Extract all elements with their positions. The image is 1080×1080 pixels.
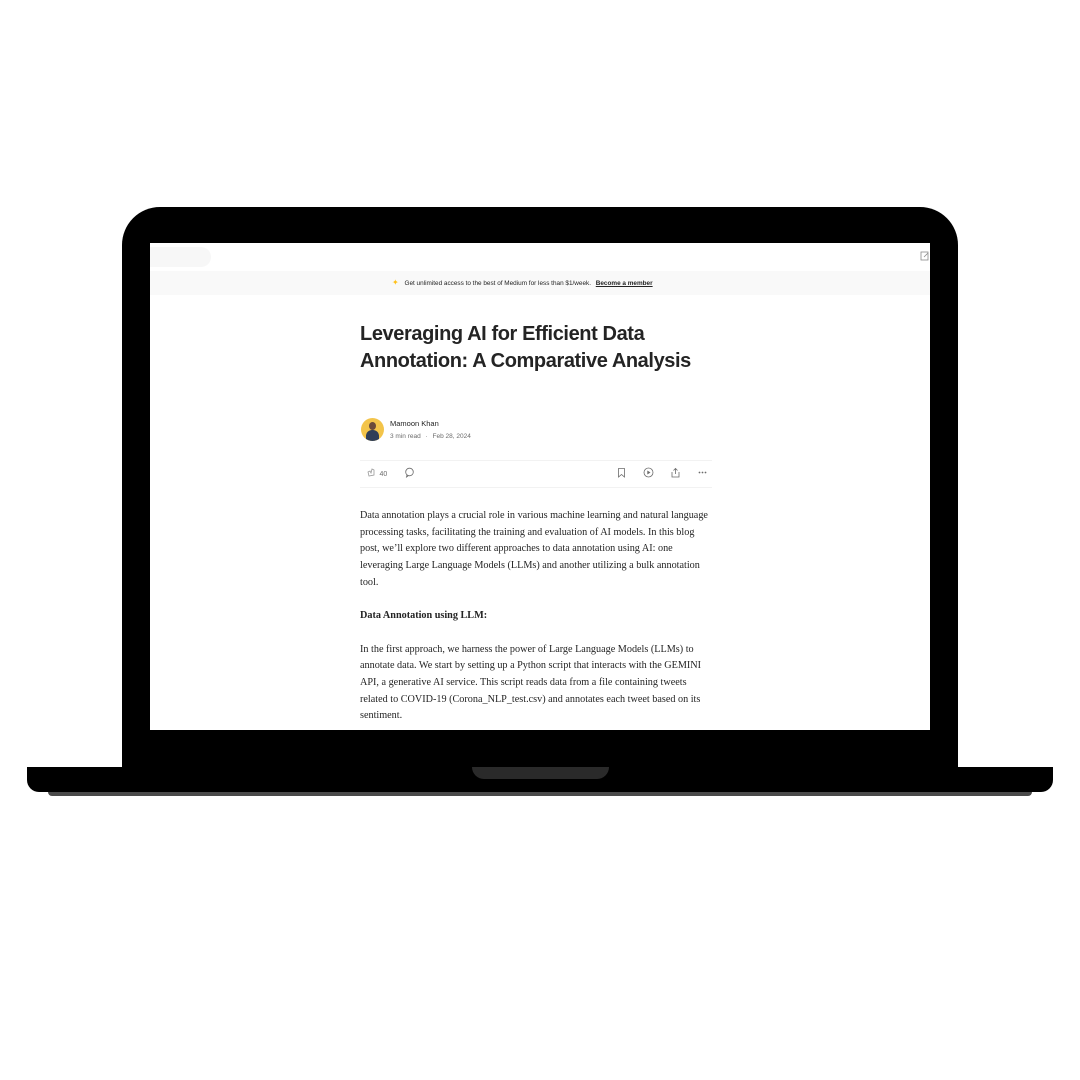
avatar[interactable]	[361, 418, 384, 441]
section-heading: Data Annotation using LLM:	[360, 610, 488, 622]
publish-date: Feb 28, 2024	[432, 433, 471, 440]
browser-screen: ✦ Get unlimited access to the best of Me…	[150, 243, 930, 730]
more-icon	[698, 471, 707, 474]
share-button[interactable]	[670, 467, 681, 481]
listen-button[interactable]	[643, 467, 654, 481]
top-navigation-bar	[150, 243, 930, 271]
play-icon	[643, 467, 654, 478]
meta-separator: ·	[425, 433, 428, 440]
bookmark-icon	[618, 468, 625, 478]
comment-button[interactable]	[404, 467, 415, 481]
search-field[interactable]	[150, 247, 211, 267]
article-action-bar: 40	[360, 460, 712, 488]
clap-icon	[367, 468, 375, 477]
clap-button[interactable]: 40	[366, 467, 387, 481]
clap-count: 40	[379, 471, 388, 478]
article-title: Leveraging AI for Efficient Data Annotat…	[360, 323, 691, 372]
article-meta: 3 min read · Feb 28, 2024	[390, 433, 471, 440]
write-icon[interactable]	[920, 251, 930, 261]
comment-icon	[405, 467, 414, 478]
author-name[interactable]: Mamoon Khan	[390, 419, 439, 428]
save-button[interactable]	[616, 467, 627, 481]
sparkle-icon: ✦	[392, 278, 399, 287]
article-paragraph: In the first approach, we harness the po…	[360, 643, 702, 722]
laptop-base-shadow	[48, 792, 1032, 796]
more-button[interactable]	[697, 467, 708, 481]
banner-text: Get unlimited access to the best of Medi…	[404, 280, 591, 287]
become-member-link[interactable]: Become a member	[596, 280, 653, 287]
read-time: 3 min read	[390, 433, 421, 440]
article-paragraph: Data annotation plays a crucial role in …	[360, 510, 708, 588]
share-icon	[671, 467, 680, 478]
membership-banner: ✦ Get unlimited access to the best of Me…	[150, 271, 930, 295]
article-body: Data annotation plays a crucial role in …	[360, 508, 712, 730]
laptop-notch	[472, 767, 609, 779]
